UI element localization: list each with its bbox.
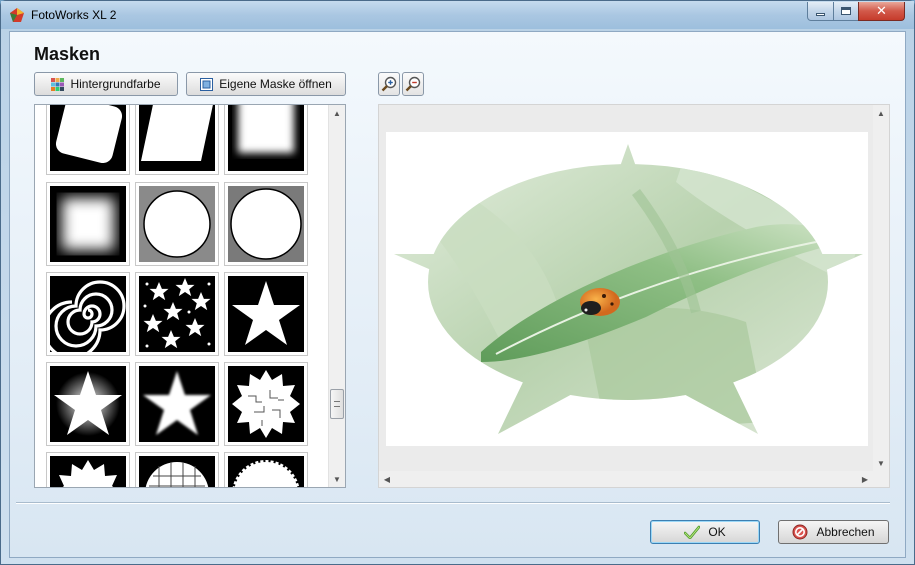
zoom-out-icon: [405, 76, 421, 92]
preview-image: [386, 132, 868, 446]
scroll-corner: [873, 471, 889, 487]
mask-tile-blurred-square[interactable]: [46, 182, 130, 266]
scroll-down-arrow-icon[interactable]: ▼: [329, 471, 345, 487]
checkmark-icon: [684, 525, 701, 539]
mask-tile-soft-square[interactable]: [224, 105, 308, 175]
scroll-thumb[interactable]: [330, 389, 344, 419]
close-icon: ✕: [876, 3, 887, 19]
mask-tile-jagged-circle[interactable]: [224, 452, 308, 487]
zoom-out-button[interactable]: [402, 72, 424, 96]
mask-tile-mosaic-burst[interactable]: [135, 452, 219, 487]
mask-tile-circle-on-dark-gray[interactable]: [224, 182, 308, 266]
grip-icon: [334, 401, 340, 407]
soft-square-thumb: [228, 105, 304, 171]
footer-divider: [16, 502, 890, 504]
ok-label: OK: [708, 525, 726, 539]
mask-tile-star[interactable]: [224, 272, 308, 356]
spiral-thumb: [50, 276, 126, 352]
maximize-button[interactable]: [833, 2, 859, 21]
mask-frame-icon: [200, 77, 214, 91]
cancel-button[interactable]: Abbrechen: [778, 520, 889, 544]
minimize-icon: [816, 12, 825, 16]
circle-on-dark-gray-thumb: [228, 186, 304, 262]
star-thumb: [228, 276, 304, 352]
open-mask-button[interactable]: Eigene Maske öffnen: [186, 72, 346, 96]
mask-tile-rotated-rounded-square[interactable]: [46, 105, 130, 175]
preview-scroll-up-icon[interactable]: ▲: [873, 105, 889, 121]
soft-star-thumb: [139, 366, 215, 442]
preview-vertical-scrollbar[interactable]: ▲ ▼: [873, 105, 889, 471]
mask-tile-puzzle-burst[interactable]: [224, 362, 308, 446]
mask-tile-circle-on-gray[interactable]: [135, 182, 219, 266]
background-color-button[interactable]: Hintergrundfarbe: [34, 72, 178, 96]
preview-scroll-left-icon[interactable]: ◀: [379, 471, 395, 487]
minimize-button[interactable]: [807, 2, 834, 21]
mask-list[interactable]: ▲ ▼: [34, 104, 346, 488]
scattered-stars-thumb: [139, 276, 215, 352]
open-mask-label: Eigene Maske öffnen: [219, 77, 332, 91]
cancel-icon: [792, 524, 808, 540]
dialog-body: Masken Hintergrundfarbe Eigene Maske öff…: [9, 31, 906, 558]
mosaic-burst-thumb: [139, 456, 215, 487]
ok-button[interactable]: OK: [650, 520, 760, 544]
mask-tile-jagged-burst[interactable]: [46, 452, 130, 487]
blurred-square-thumb: [50, 186, 126, 262]
fotoworks-logo-icon: [10, 8, 24, 22]
mask-tile-star-glow[interactable]: [46, 362, 130, 446]
background-color-label: Hintergrundfarbe: [70, 77, 161, 91]
preview-scroll-right-icon[interactable]: ▶: [857, 471, 873, 487]
title-bar[interactable]: FotoWorks XL 2 ✕: [1, 1, 914, 29]
app-window: FotoWorks XL 2 ✕ Masken Hintergrundfarbe: [0, 0, 915, 565]
mask-tile-scattered-stars[interactable]: [135, 272, 219, 356]
window-title: FotoWorks XL 2: [31, 8, 117, 22]
rotated-rounded-square-thumb: [50, 105, 126, 171]
preview-horizontal-scrollbar[interactable]: ◀ ▶: [379, 471, 873, 487]
preview-scroll-down-icon[interactable]: ▼: [873, 455, 889, 471]
color-grid-icon: [51, 77, 65, 91]
preview-panel: ▲ ▼ ◀ ▶: [378, 104, 890, 488]
jagged-circle-thumb: [228, 456, 304, 487]
cancel-label: Abbrechen: [816, 525, 875, 539]
page-title: Masken: [34, 44, 101, 64]
masked-photo: [394, 144, 863, 434]
jagged-burst-thumb: [50, 456, 126, 487]
mask-list-scrollbar[interactable]: ▲ ▼: [328, 105, 345, 487]
circle-on-gray-thumb: [139, 186, 215, 262]
zoom-in-icon: [381, 76, 397, 92]
maximize-icon: [841, 7, 851, 15]
star-glow-thumb: [50, 366, 126, 442]
mask-tile-parallelogram[interactable]: [135, 105, 219, 175]
parallelogram-thumb: [139, 105, 215, 171]
scroll-up-arrow-icon[interactable]: ▲: [329, 105, 345, 121]
mask-tile-spiral[interactable]: [46, 272, 130, 356]
mask-tile-soft-star[interactable]: [135, 362, 219, 446]
puzzle-burst-thumb: [228, 366, 304, 442]
close-button[interactable]: ✕: [858, 2, 905, 21]
zoom-in-button[interactable]: [378, 72, 400, 96]
